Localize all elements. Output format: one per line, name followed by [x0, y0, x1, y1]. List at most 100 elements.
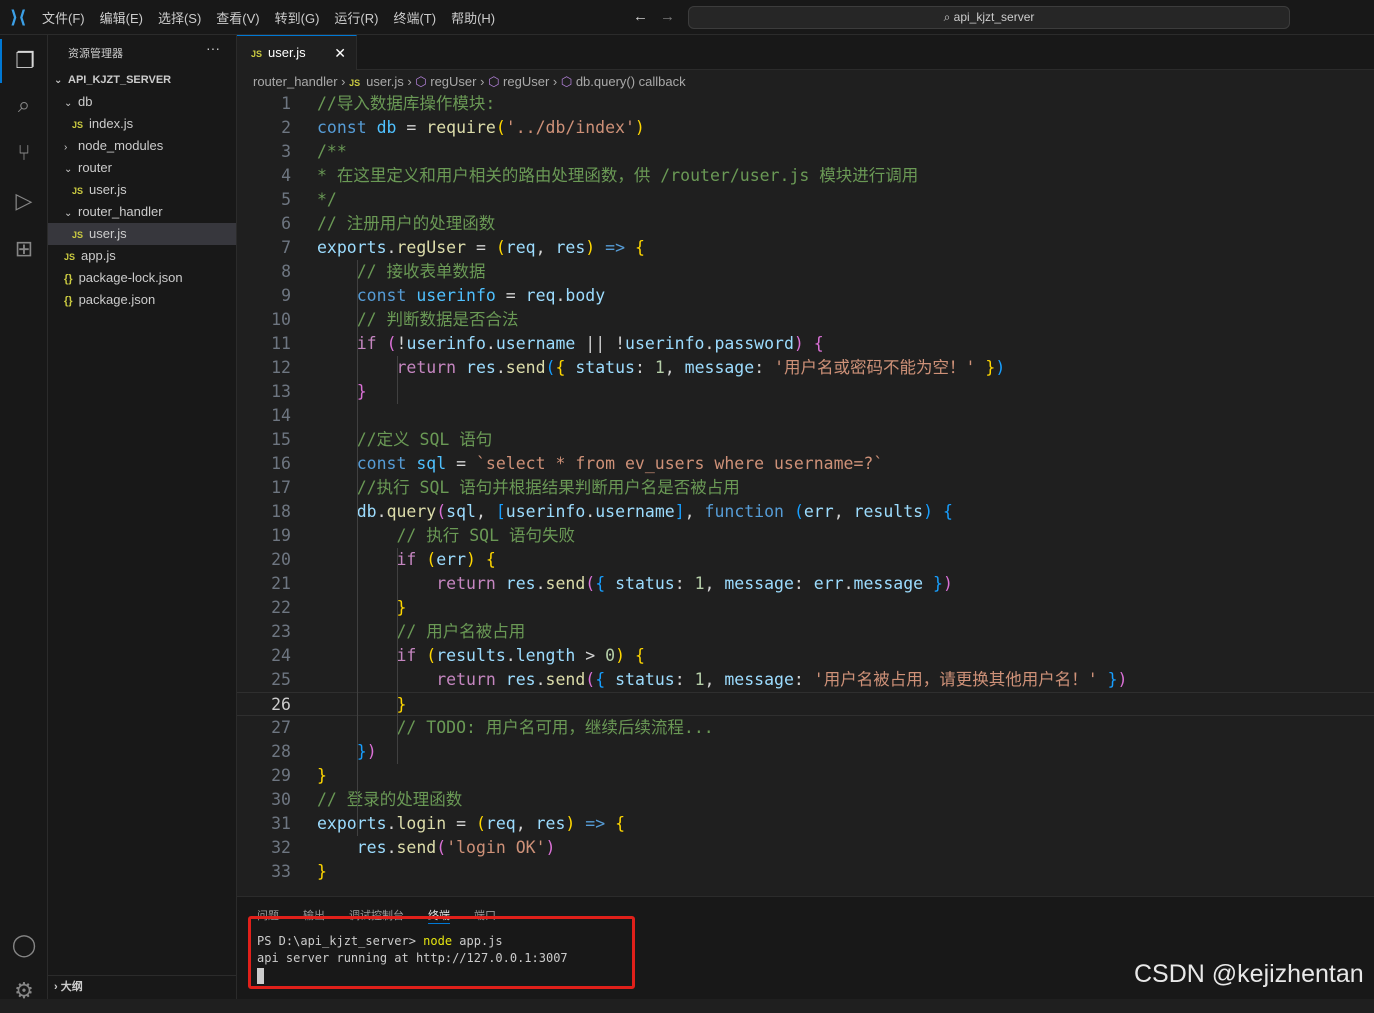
tree-item[interactable]: › node_modules: [48, 135, 236, 157]
tree-item[interactable]: JS user.js: [48, 223, 236, 245]
source-control-icon[interactable]: ⑂: [0, 131, 48, 175]
menu-item[interactable]: 文件(F): [42, 8, 85, 27]
code-line[interactable]: 26 }: [237, 692, 1374, 716]
outline-section[interactable]: › 大纲: [48, 975, 236, 999]
code-line[interactable]: 4 * 在这里定义和用户相关的路由处理函数，供 /router/user.js 模…: [237, 164, 1374, 188]
menu-item[interactable]: 查看(V): [216, 8, 259, 27]
breadcrumb-item[interactable]: db.query() callback: [576, 74, 686, 89]
line-number: 26: [271, 695, 291, 714]
code-line[interactable]: 33}: [237, 860, 1374, 884]
command-center-search[interactable]: ⌕ api_kjzt_server: [688, 6, 1290, 29]
run-debug-icon[interactable]: ▷: [0, 179, 48, 223]
code-line[interactable]: 18 db.query(sql, [userinfo.username], fu…: [237, 500, 1374, 524]
code-token: }: [317, 862, 327, 881]
workspace-root[interactable]: ⌄ API_KJZT_SERVER: [48, 69, 236, 91]
code-line[interactable]: 7 exports.regUser = (req, res) => {: [237, 236, 1374, 260]
code-line[interactable]: 24 if (results.length > 0) {: [237, 644, 1374, 668]
code-token: .: [535, 574, 546, 593]
breadcrumb-item[interactable]: regUser: [430, 74, 476, 89]
tree-item[interactable]: {} package-lock.json: [48, 267, 236, 289]
code-line[interactable]: 16 const sql = `select * from ev_users w…: [237, 452, 1374, 476]
back-arrow-icon[interactable]: ←: [633, 8, 648, 25]
code-line[interactable]: 3 /**: [237, 140, 1374, 164]
breadcrumb-item[interactable]: user.js: [366, 74, 404, 89]
code-token: db: [376, 118, 397, 137]
search-icon[interactable]: ⌕: [0, 83, 48, 127]
code-line[interactable]: 14: [237, 404, 1374, 428]
chevron-down-icon: ⌄: [64, 164, 73, 175]
code-token: =: [446, 454, 476, 473]
line-number: 16: [271, 454, 291, 473]
js-file-icon: JS: [72, 186, 84, 196]
code-token: ): [545, 838, 556, 857]
code-token: (: [436, 838, 447, 857]
code-line[interactable]: 31 exports.login = (req, res) => {: [237, 812, 1374, 836]
code-line[interactable]: 25 return res.send({ status: 1, message:…: [237, 668, 1374, 692]
code-line[interactable]: 9 const userinfo = req.body: [237, 284, 1374, 308]
symbol-method-icon: ⬡: [415, 74, 431, 89]
code-text: }: [317, 693, 406, 717]
tree-item[interactable]: ⌄ db: [48, 91, 236, 113]
breadcrumb-item[interactable]: regUser: [503, 74, 549, 89]
code-line[interactable]: 13 }: [237, 380, 1374, 404]
menu-item[interactable]: 选择(S): [158, 8, 201, 27]
menu-item[interactable]: 帮助(H): [451, 8, 495, 27]
code-line[interactable]: 19 // 执行 SQL 语句失败: [237, 524, 1374, 548]
tree-item[interactable]: JS index.js: [48, 113, 236, 135]
code-token: {: [813, 334, 824, 353]
menu-item[interactable]: 运行(R): [334, 8, 378, 27]
code-token: {: [634, 646, 645, 665]
code-line[interactable]: 8 // 接收表单数据: [237, 260, 1374, 284]
code-line[interactable]: 28 }): [237, 740, 1374, 764]
tree-item[interactable]: {} package.json: [48, 289, 236, 311]
code-line[interactable]: 11 if (!userinfo.username || !userinfo.p…: [237, 332, 1374, 356]
code-line[interactable]: 5 */: [237, 188, 1374, 212]
code-line[interactable]: 20 if (err) {: [237, 548, 1374, 572]
line-number: 10: [271, 310, 291, 329]
forward-arrow-icon[interactable]: →: [660, 8, 675, 25]
code-line[interactable]: 17 //执行 SQL 语句并根据结果判断用户名是否被占用: [237, 476, 1374, 500]
code-line[interactable]: 6 // 注册用户的处理函数: [237, 212, 1374, 236]
more-actions-button[interactable]: ···: [206, 40, 220, 56]
code-line[interactable]: 2 const db = require('../db/index'): [237, 116, 1374, 140]
menu-item[interactable]: 转到(G): [275, 8, 320, 27]
code-token: userinfo: [505, 502, 586, 521]
code-line[interactable]: 21 return res.send({ status: 1, message:…: [237, 572, 1374, 596]
menu-item[interactable]: 编辑(E): [100, 8, 143, 27]
code-editor[interactable]: 1//导入数据库操作模块: 2 const db = require('../db/…: [237, 92, 1374, 896]
code-line[interactable]: 15 //定义 SQL 语句: [237, 428, 1374, 452]
code-token: ): [366, 742, 377, 761]
code-line[interactable]: 32 res.send('login OK'): [237, 836, 1374, 860]
code-line[interactable]: 10 // 判断数据是否合法: [237, 308, 1374, 332]
account-icon[interactable]: ◯: [0, 923, 48, 967]
code-text: /**: [317, 140, 347, 164]
code-line[interactable]: 22 }: [237, 596, 1374, 620]
code-line[interactable]: 1 //导入数据库操作模块:: [237, 92, 1374, 116]
code-token: .: [376, 502, 387, 521]
tree-item[interactable]: JS app.js: [48, 245, 236, 267]
tab-user-js[interactable]: JS user.js ✕: [237, 35, 357, 70]
code-token: results: [436, 646, 506, 665]
breadcrumb-item[interactable]: router_handler: [253, 74, 338, 89]
code-token: (: [475, 814, 486, 833]
code-token: if: [356, 334, 377, 353]
code-line[interactable]: 23 // 用户名被占用: [237, 620, 1374, 644]
code-line[interactable]: 12 return res.send({ status: 1, message:…: [237, 356, 1374, 380]
gear-icon[interactable]: ⚙: [0, 969, 48, 1013]
code-line[interactable]: 29}: [237, 764, 1374, 788]
code-line[interactable]: 27 // TODO: 用户名可用，继续后续流程...: [237, 716, 1374, 740]
close-icon[interactable]: ✕: [334, 36, 346, 70]
tree-item[interactable]: JS user.js: [48, 179, 236, 201]
tree-item[interactable]: ⌄ router_handler: [48, 201, 236, 223]
code-line[interactable]: 30 // 登录的处理函数: [237, 788, 1374, 812]
code-token: =: [466, 238, 496, 257]
explorer-icon[interactable]: ❐: [0, 39, 48, 83]
menu-item[interactable]: 终端(T): [393, 8, 436, 27]
tree-item[interactable]: ⌄ router: [48, 157, 236, 179]
extensions-icon[interactable]: ⊞: [0, 227, 48, 271]
